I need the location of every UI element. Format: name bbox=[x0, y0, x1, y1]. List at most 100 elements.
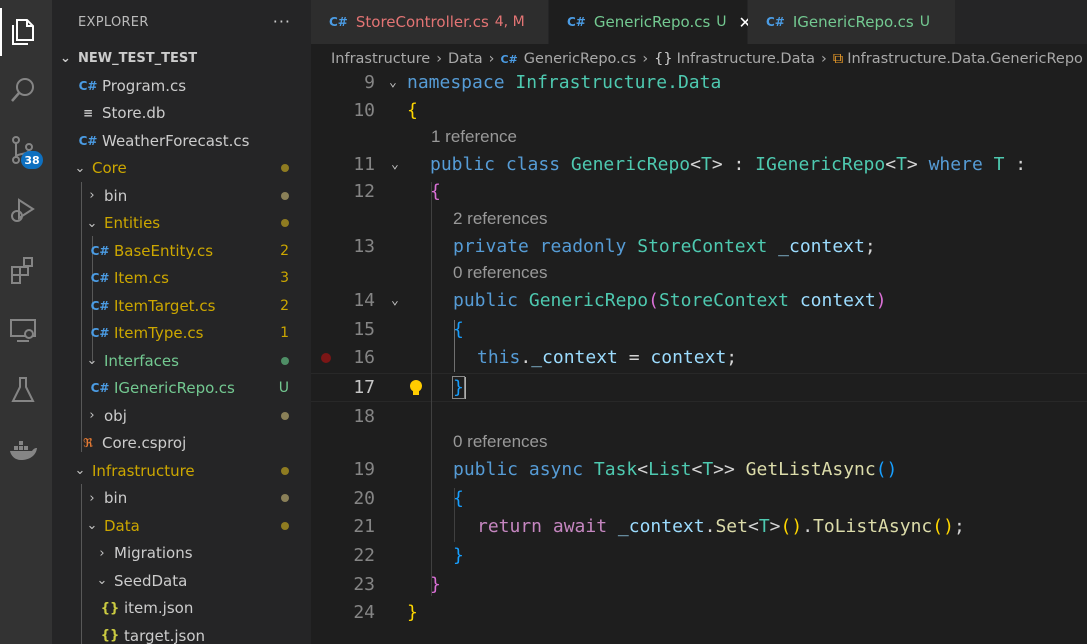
code-text: } bbox=[453, 545, 464, 566]
tree-item-label: ItemType.cs bbox=[114, 324, 204, 343]
csharp-file-icon: C# bbox=[766, 15, 785, 29]
code-text: public class GenericRepo<T> : IGenericRe… bbox=[430, 154, 1027, 175]
code-line: 23 } bbox=[311, 571, 1087, 598]
chevron-down-icon[interactable]: ⌄ bbox=[391, 157, 399, 172]
tree-folder-entities[interactable]: ⌄ Entities bbox=[52, 210, 311, 238]
tree-item-baseentity[interactable]: C# BaseEntity.cs 2 bbox=[52, 237, 311, 265]
editor-tabs: C# StoreController.cs 4, M C# GenericRep… bbox=[311, 0, 1087, 44]
indent-guide bbox=[431, 182, 432, 596]
tree-item-label: Store.db bbox=[102, 104, 166, 123]
codelens[interactable]: 2 references bbox=[453, 209, 548, 229]
workspace-section[interactable]: ⌄ NEW_TEST_TEST bbox=[52, 44, 311, 72]
chevron-down-icon: ⌄ bbox=[74, 463, 86, 479]
tab-storecontroller[interactable]: C# StoreController.cs 4, M bbox=[311, 0, 549, 44]
csharp-file-icon: C# bbox=[78, 133, 98, 148]
tree-item-label: BaseEntity.cs bbox=[114, 241, 214, 260]
chevron-down-icon[interactable]: ⌄ bbox=[391, 293, 399, 308]
chevron-down-icon: ⌄ bbox=[74, 160, 86, 176]
chevron-right-icon: › bbox=[436, 51, 443, 67]
line-number: 10 bbox=[353, 100, 375, 121]
tree-item-label: target.json bbox=[124, 626, 206, 644]
tree-folder-bin[interactable]: › bin bbox=[52, 182, 311, 210]
chevron-down-icon: ⌄ bbox=[86, 215, 98, 231]
tree-item-itemtype[interactable]: C# ItemType.cs 1 bbox=[52, 320, 311, 348]
testing-icon[interactable] bbox=[0, 366, 46, 414]
tab-label: IGenericRepo.cs bbox=[792, 13, 914, 31]
database-file-icon: ≡ bbox=[82, 106, 94, 121]
tree-item-program[interactable]: C# Program.cs bbox=[52, 72, 311, 100]
codelens[interactable]: 0 references bbox=[453, 263, 548, 283]
tree-item-item-json[interactable]: {} item.json bbox=[52, 595, 311, 623]
tree-item-label: Migrations bbox=[114, 544, 193, 563]
tree-folder-infrastructure[interactable]: ⌄ Infrastructure bbox=[52, 457, 311, 485]
ignored-dot bbox=[281, 191, 289, 200]
tree-folder-obj[interactable]: › obj bbox=[52, 402, 311, 430]
tree-item-label: bin bbox=[104, 489, 128, 508]
code-line: 22 } bbox=[311, 542, 1087, 569]
remote-explorer-icon[interactable] bbox=[0, 306, 46, 354]
more-actions-icon[interactable]: ··· bbox=[273, 12, 291, 31]
tree-folder-seeddata[interactable]: ⌄ SeedData bbox=[52, 567, 311, 595]
line-number: 18 bbox=[353, 406, 375, 427]
docker-icon[interactable] bbox=[0, 426, 46, 474]
code-text: public async Task<List<T>> GetListAsync(… bbox=[453, 459, 898, 480]
code-text: } bbox=[407, 602, 418, 623]
modified-dot bbox=[281, 219, 289, 228]
csharp-file-icon: C# bbox=[78, 78, 98, 93]
tab-status: 4, M bbox=[494, 14, 525, 30]
csharp-file-icon: C# bbox=[90, 326, 110, 341]
tree-item-label: item.json bbox=[124, 599, 194, 618]
extensions-icon[interactable] bbox=[0, 246, 46, 294]
files-icon[interactable] bbox=[0, 8, 46, 56]
code-text: return await _context.Set<T>().ToListAsy… bbox=[477, 516, 965, 537]
code-editor[interactable]: 9 ⌄ namespace Infrastructure.Data 10 { 1… bbox=[311, 72, 1087, 644]
tree-item-label: ItemTarget.cs bbox=[114, 296, 216, 315]
line-number: 16 bbox=[353, 347, 375, 368]
indent-guide bbox=[454, 488, 455, 542]
tree-folder-core[interactable]: ⌄ Core bbox=[52, 155, 311, 183]
code-line: 15 { bbox=[311, 316, 1087, 343]
tree-folder-interfaces[interactable]: ⌄ Interfaces bbox=[52, 347, 311, 375]
tree-item-label: WeatherForecast.cs bbox=[102, 131, 250, 150]
code-text: namespace Infrastructure.Data bbox=[407, 72, 722, 93]
code-text: private readonly StoreContext _context; bbox=[453, 236, 876, 257]
codelens[interactable]: 0 references bbox=[453, 432, 548, 452]
tree-item-label: Infrastructure bbox=[92, 461, 195, 480]
breadcrumb-item[interactable]: Infrastructure.Data.GenericRepo bbox=[847, 51, 1083, 67]
tree-item-store-db[interactable]: ≡ Store.db bbox=[52, 100, 311, 128]
breadcrumb-item[interactable]: Infrastructure bbox=[331, 51, 430, 67]
tree-item-igenericrepo[interactable]: C# IGenericRepo.cs U bbox=[52, 375, 311, 403]
chevron-down-icon: ⌄ bbox=[86, 353, 98, 369]
tree-item-core-csproj[interactable]: ℜ Core.csproj bbox=[52, 430, 311, 458]
codelens[interactable]: 1 reference bbox=[431, 127, 517, 147]
chevron-down-icon: ⌄ bbox=[86, 518, 98, 534]
csharp-file-icon: C# bbox=[90, 298, 110, 313]
tree-item-itemtarget[interactable]: C# ItemTarget.cs 2 bbox=[52, 292, 311, 320]
code-text: } bbox=[452, 375, 466, 399]
line-number: 14 bbox=[353, 290, 375, 311]
tree-item-target-json[interactable]: {} target.json bbox=[52, 622, 311, 644]
namespace-icon: {} bbox=[654, 51, 673, 67]
tab-genericrepo[interactable]: C# GenericRepo.cs U ✕ bbox=[549, 0, 752, 44]
breadcrumb-item[interactable]: GenericRepo.cs bbox=[524, 51, 637, 67]
breadcrumb-item[interactable]: Infrastructure.Data bbox=[677, 51, 815, 67]
tab-igenericrepo[interactable]: C# IGenericRepo.cs U bbox=[748, 0, 956, 44]
code-line: 9 ⌄ namespace Infrastructure.Data bbox=[311, 69, 1087, 96]
tree-folder-data[interactable]: ⌄ Data bbox=[52, 512, 311, 540]
tree-item-weatherforecast[interactable]: C# WeatherForecast.cs bbox=[52, 127, 311, 155]
tree-folder-bin-2[interactable]: › bin bbox=[52, 485, 311, 513]
breadcrumb-item[interactable]: Data bbox=[448, 51, 483, 67]
csharp-file-icon: C# bbox=[329, 15, 348, 29]
chevron-down-icon[interactable]: ⌄ bbox=[389, 75, 397, 90]
code-text: this._context = context; bbox=[477, 347, 738, 368]
tree-folder-migrations[interactable]: › Migrations bbox=[52, 540, 311, 568]
tree-item-label: Program.cs bbox=[102, 76, 187, 95]
untracked-badge: U bbox=[278, 380, 289, 397]
code-line: 18 bbox=[311, 403, 1087, 430]
tree-item-item[interactable]: C# Item.cs 3 bbox=[52, 265, 311, 293]
code-text: { bbox=[407, 100, 418, 121]
run-debug-icon[interactable] bbox=[0, 186, 46, 234]
lightbulb-icon[interactable] bbox=[408, 379, 424, 397]
search-icon[interactable] bbox=[0, 66, 46, 114]
code-line: 11 ⌄ public class GenericRepo<T> : IGene… bbox=[311, 151, 1087, 178]
